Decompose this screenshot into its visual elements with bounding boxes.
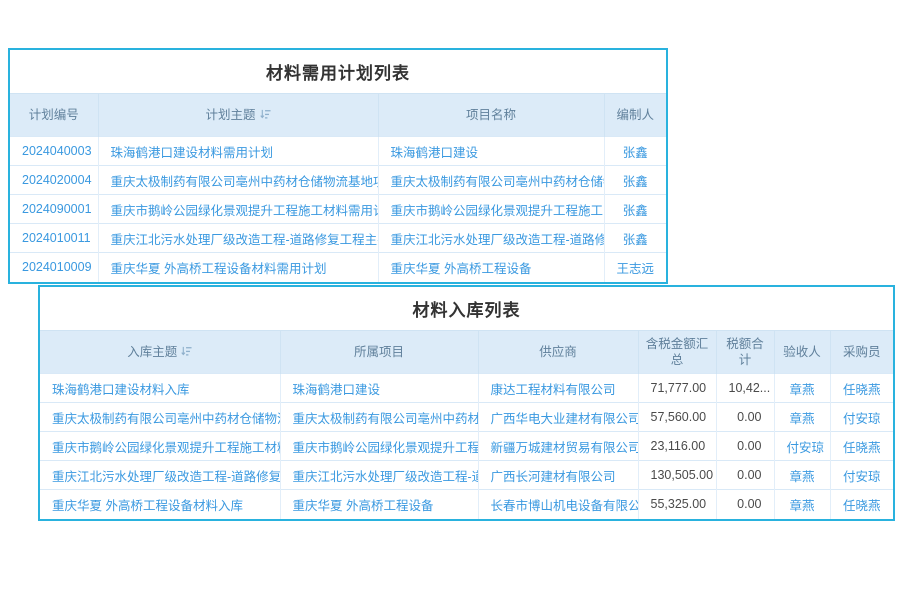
- cell-plan_no[interactable]: 2024040003: [10, 137, 98, 166]
- column-header-author: 编制人: [604, 94, 666, 137]
- cell-subject[interactable]: 重庆华夏 外高桥工程设备材料入库: [40, 490, 280, 519]
- column-header-supplier: 供应商: [478, 331, 638, 374]
- cell-project[interactable]: 重庆太极制药有限公司亳州中药材仓...: [280, 403, 478, 432]
- cell-author[interactable]: 王志远: [604, 253, 666, 282]
- table-row: 重庆市鹅岭公园绿化景观提升工程施工材料入库重庆市鹅岭公园绿化景观提升工程施工新疆…: [40, 432, 893, 461]
- column-label: 采购员: [843, 345, 881, 359]
- column-header-tax: 税额合计: [716, 331, 774, 374]
- header-row: 计划编号 计划主题 项目名称 编制人: [10, 94, 666, 137]
- cell-tax: 0.00: [716, 490, 774, 519]
- column-header-amount: 含税金额汇总: [638, 331, 716, 374]
- cell-project[interactable]: 重庆华夏 外高桥工程设备: [378, 253, 604, 282]
- cell-subject[interactable]: 重庆华夏 外高桥工程设备材料需用计划: [98, 253, 378, 282]
- cell-project[interactable]: 重庆太极制药有限公司亳州中药材仓储物流...: [378, 166, 604, 195]
- cell-subject[interactable]: 重庆市鹅岭公园绿化景观提升工程施工材料需用计划: [98, 195, 378, 224]
- column-header-buyer: 采购员: [830, 331, 893, 374]
- column-label: 计划主题: [205, 108, 255, 122]
- table-row: 重庆华夏 外高桥工程设备材料入库重庆华夏 外高桥工程设备长春市博山机电设备有限公…: [40, 490, 893, 519]
- cell-inspector[interactable]: 章燕: [774, 490, 830, 519]
- inbound-table: 入库主题 所属项目 供应商 含税金额汇总税额合计 验收人 采购员珠海鹤港口建设材料入库珠海…: [40, 330, 893, 519]
- column-label: 供应商: [539, 345, 577, 359]
- cell-author[interactable]: 张鑫: [604, 224, 666, 253]
- sort-icon[interactable]: [181, 346, 192, 357]
- cell-tax: 0.00: [716, 432, 774, 461]
- cell-subject[interactable]: 重庆市鹅岭公园绿化景观提升工程施工材料入库: [40, 432, 280, 461]
- column-header-plan_no: 计划编号: [10, 94, 98, 137]
- table-row: 2024090001重庆市鹅岭公园绿化景观提升工程施工材料需用计划重庆市鹅岭公园…: [10, 195, 666, 224]
- cell-plan_no[interactable]: 2024010011: [10, 224, 98, 253]
- cell-buyer[interactable]: 付安琼: [830, 461, 893, 490]
- cell-inspector[interactable]: 章燕: [774, 461, 830, 490]
- cell-supplier[interactable]: 广西长河建材有限公司: [478, 461, 638, 490]
- column-label: 所属项目: [354, 345, 404, 359]
- column-header-subject[interactable]: 入库主题: [40, 331, 280, 374]
- cell-amount: 55,325.00: [638, 490, 716, 519]
- cell-subject[interactable]: 珠海鹤港口建设材料入库: [40, 374, 280, 403]
- column-header-subject[interactable]: 计划主题: [98, 94, 378, 137]
- column-label: 项目名称: [466, 108, 516, 122]
- cell-project[interactable]: 珠海鹤港口建设: [378, 137, 604, 166]
- cell-tax: 0.00: [716, 461, 774, 490]
- cell-subject[interactable]: 重庆太极制药有限公司亳州中药材仓储物流基地项目...: [98, 166, 378, 195]
- table-row: 珠海鹤港口建设材料入库珠海鹤港口建设康达工程材料有限公司71,777.0010,…: [40, 374, 893, 403]
- cell-project[interactable]: 重庆市鹅岭公园绿化景观提升工程施工: [378, 195, 604, 224]
- cell-project[interactable]: 重庆江北污水处理厂级改造工程-道路...: [280, 461, 478, 490]
- column-header-inspector: 验收人: [774, 331, 830, 374]
- cell-buyer[interactable]: 任晓燕: [830, 374, 893, 403]
- cell-inspector[interactable]: 付安琼: [774, 432, 830, 461]
- cell-subject[interactable]: 重庆江北污水处理厂级改造工程-道路修复工程主要材料: [98, 224, 378, 253]
- column-label: 税额合计: [726, 337, 764, 367]
- cell-tax: 10,42...: [716, 374, 774, 403]
- cell-plan_no[interactable]: 2024020004: [10, 166, 98, 195]
- cell-subject[interactable]: 重庆江北污水处理厂级改造工程-道路修复工程...: [40, 461, 280, 490]
- column-label: 入库主题: [127, 345, 177, 359]
- cell-subject[interactable]: 珠海鹤港口建设材料需用计划: [98, 137, 378, 166]
- inbound-table-title: 材料入库列表: [40, 287, 893, 330]
- cell-buyer[interactable]: 任晓燕: [830, 490, 893, 519]
- cell-inspector[interactable]: 章燕: [774, 403, 830, 432]
- column-label: 编制人: [616, 108, 654, 122]
- cell-supplier[interactable]: 广西华电大业建材有限公司: [478, 403, 638, 432]
- plan-table-panel: 材料需用计划列表 计划编号计划主题项目名称编制人2024040003珠海鹤港口建…: [8, 48, 668, 284]
- cell-amount: 23,116.00: [638, 432, 716, 461]
- plan-table-title: 材料需用计划列表: [10, 50, 666, 93]
- table-row: 重庆太极制药有限公司亳州中药材仓储物流基...重庆太极制药有限公司亳州中药材仓.…: [40, 403, 893, 432]
- cell-supplier[interactable]: 康达工程材料有限公司: [478, 374, 638, 403]
- sort-icon[interactable]: [260, 109, 271, 120]
- cell-supplier[interactable]: 新疆万城建材贸易有限公司: [478, 432, 638, 461]
- cell-author[interactable]: 张鑫: [604, 166, 666, 195]
- table-row: 重庆江北污水处理厂级改造工程-道路修复工程...重庆江北污水处理厂级改造工程-道…: [40, 461, 893, 490]
- cell-project[interactable]: 珠海鹤港口建设: [280, 374, 478, 403]
- cell-buyer[interactable]: 任晓燕: [830, 432, 893, 461]
- cell-project[interactable]: 重庆江北污水处理厂级改造工程-道路修复工程: [378, 224, 604, 253]
- cell-subject[interactable]: 重庆太极制药有限公司亳州中药材仓储物流基...: [40, 403, 280, 432]
- column-label: 计划编号: [29, 108, 79, 122]
- cell-author[interactable]: 张鑫: [604, 137, 666, 166]
- table-row: 2024020004重庆太极制药有限公司亳州中药材仓储物流基地项目...重庆太极…: [10, 166, 666, 195]
- cell-supplier[interactable]: 长春市博山机电设备有限公司: [478, 490, 638, 519]
- inbound-table-panel: 材料入库列表 入库主题 所属项目 供应商 含税金额汇总税额合计 验收人 采购员珠海鹤港口建…: [38, 285, 895, 521]
- table-row: 2024010011重庆江北污水处理厂级改造工程-道路修复工程主要材料重庆江北污…: [10, 224, 666, 253]
- cell-amount: 71,777.00: [638, 374, 716, 403]
- column-header-project: 所属项目: [280, 331, 478, 374]
- cell-tax: 0.00: [716, 403, 774, 432]
- cell-project[interactable]: 重庆华夏 外高桥工程设备: [280, 490, 478, 519]
- table-row: 2024010009重庆华夏 外高桥工程设备材料需用计划重庆华夏 外高桥工程设备…: [10, 253, 666, 282]
- table-row: 2024040003珠海鹤港口建设材料需用计划珠海鹤港口建设张鑫: [10, 137, 666, 166]
- cell-buyer[interactable]: 付安琼: [830, 403, 893, 432]
- cell-inspector[interactable]: 章燕: [774, 374, 830, 403]
- cell-project[interactable]: 重庆市鹅岭公园绿化景观提升工程施工: [280, 432, 478, 461]
- cell-plan_no[interactable]: 2024010009: [10, 253, 98, 282]
- cell-amount: 57,560.00: [638, 403, 716, 432]
- column-header-project: 项目名称: [378, 94, 604, 137]
- cell-amount: 130,505.00: [638, 461, 716, 490]
- header-row: 入库主题 所属项目 供应商 含税金额汇总税额合计 验收人 采购员: [40, 331, 893, 374]
- column-label: 含税金额汇总: [646, 337, 709, 367]
- cell-author[interactable]: 张鑫: [604, 195, 666, 224]
- column-label: 验收人: [783, 345, 821, 359]
- plan-table: 计划编号 计划主题 项目名称 编制人 2024040003珠海鹤港口建设材料需用计划珠海…: [10, 93, 666, 282]
- cell-plan_no[interactable]: 2024090001: [10, 195, 98, 224]
